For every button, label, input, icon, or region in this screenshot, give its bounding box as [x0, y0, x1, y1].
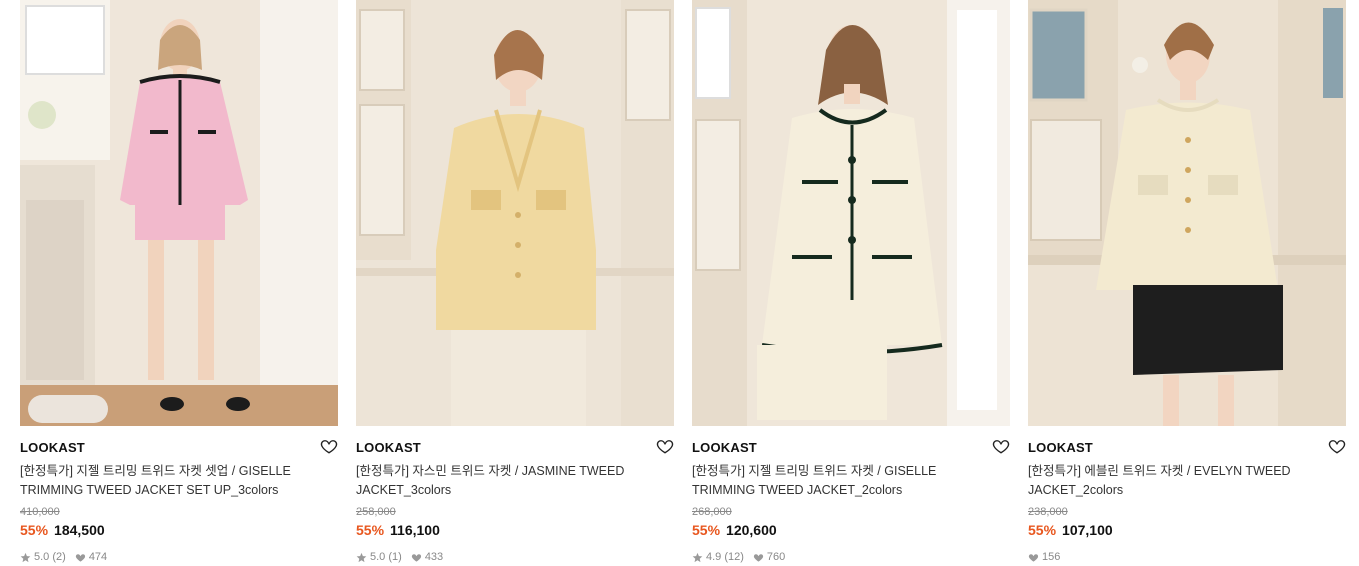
rating-value: 5.0 — [370, 551, 386, 563]
product-grid: LOOKAST [한정특가] 지젤 트리밍 트위드 자켓 셋업 / GISELL… — [0, 0, 1359, 566]
sale-price: 120,600 — [726, 522, 777, 538]
product-card[interactable]: LOOKAST [한정특가] 자스민 트위드 자켓 / JASMINE TWEE… — [356, 0, 674, 566]
sale-price: 107,100 — [1062, 522, 1113, 538]
rating-value: 4.9 — [706, 551, 722, 563]
brand-name[interactable]: LOOKAST — [1028, 440, 1093, 455]
review-count: (1) — [388, 551, 402, 563]
product-image[interactable] — [1028, 0, 1346, 426]
brand-name[interactable]: LOOKAST — [356, 440, 421, 455]
heart-outline-icon[interactable] — [656, 437, 674, 455]
likes: 474 — [75, 551, 107, 563]
product-name[interactable]: [한정특가] 에블린 트위드 자켓 / EVELYN TWEED JACKET_… — [1028, 462, 1328, 499]
star-icon — [356, 552, 367, 562]
sale-price: 184,500 — [54, 522, 105, 538]
rating: 5.0 (2) — [20, 551, 66, 563]
price-row: 55% 107,100 — [1028, 522, 1113, 538]
original-price: 268,000 — [692, 506, 732, 518]
product-name[interactable]: [한정특가] 지젤 트리밍 트위드 자켓 / GISELLE TRIMMING … — [692, 462, 992, 499]
product-image[interactable] — [692, 0, 1010, 426]
like-count: 433 — [424, 551, 444, 563]
sale-price: 116,100 — [390, 522, 440, 538]
product-meta: 5.0 (1) 433 — [356, 551, 452, 563]
like-count: 760 — [766, 551, 786, 563]
product-card[interactable]: LOOKAST [한정특가] 지젤 트리밍 트위드 자켓 셋업 / GISELL… — [20, 0, 338, 566]
product-meta: 156 — [1028, 551, 1069, 563]
product-name[interactable]: [한정특가] 지젤 트리밍 트위드 자켓 셋업 / GISELLE TRIMMI… — [20, 462, 320, 499]
discount-rate: 55% — [20, 522, 49, 538]
original-price: 238,000 — [1028, 506, 1068, 518]
brand-name[interactable]: LOOKAST — [692, 440, 757, 455]
heart-outline-icon[interactable] — [1328, 437, 1346, 455]
discount-rate: 55% — [692, 522, 721, 538]
product-name[interactable]: [한정특가] 자스민 트위드 자켓 / JASMINE TWEED JACKET… — [356, 462, 656, 499]
rating: 4.9 (12) — [692, 551, 744, 563]
price-row: 55% 120,600 — [692, 522, 777, 538]
rating: 5.0 (1) — [356, 551, 402, 563]
original-price: 410,000 — [20, 506, 60, 518]
price-row: 55% 116,100 — [356, 522, 440, 538]
product-meta: 4.9 (12) 760 — [692, 551, 794, 563]
likes: 760 — [753, 551, 785, 563]
likes: 156 — [1028, 551, 1060, 563]
product-meta: 5.0 (2) 474 — [20, 551, 116, 563]
review-count: (2) — [52, 551, 66, 563]
heart-filled-icon — [411, 553, 421, 562]
price-row: 55% 184,500 — [20, 522, 105, 538]
heart-filled-icon — [753, 553, 764, 562]
discount-rate: 55% — [1028, 522, 1057, 538]
product-image[interactable] — [356, 0, 674, 426]
heart-filled-icon — [75, 553, 85, 562]
star-icon — [692, 552, 703, 562]
rating-value: 5.0 — [34, 551, 50, 563]
heart-outline-icon[interactable] — [320, 437, 338, 455]
product-image[interactable] — [20, 0, 338, 426]
review-count: (12) — [724, 551, 744, 563]
original-price: 258,000 — [356, 506, 396, 518]
like-count: 474 — [88, 551, 108, 563]
heart-filled-icon — [1028, 553, 1039, 562]
brand-name[interactable]: LOOKAST — [20, 440, 85, 455]
like-count: 156 — [1042, 551, 1061, 563]
heart-outline-icon[interactable] — [992, 437, 1010, 455]
discount-rate: 55% — [356, 522, 385, 538]
star-icon — [20, 552, 31, 562]
product-card[interactable]: LOOKAST [한정특가] 지젤 트리밍 트위드 자켓 / GISELLE T… — [692, 0, 1010, 566]
likes: 433 — [411, 551, 443, 563]
product-card[interactable]: LOOKAST [한정특가] 에블린 트위드 자켓 / EVELYN TWEED… — [1028, 0, 1346, 566]
